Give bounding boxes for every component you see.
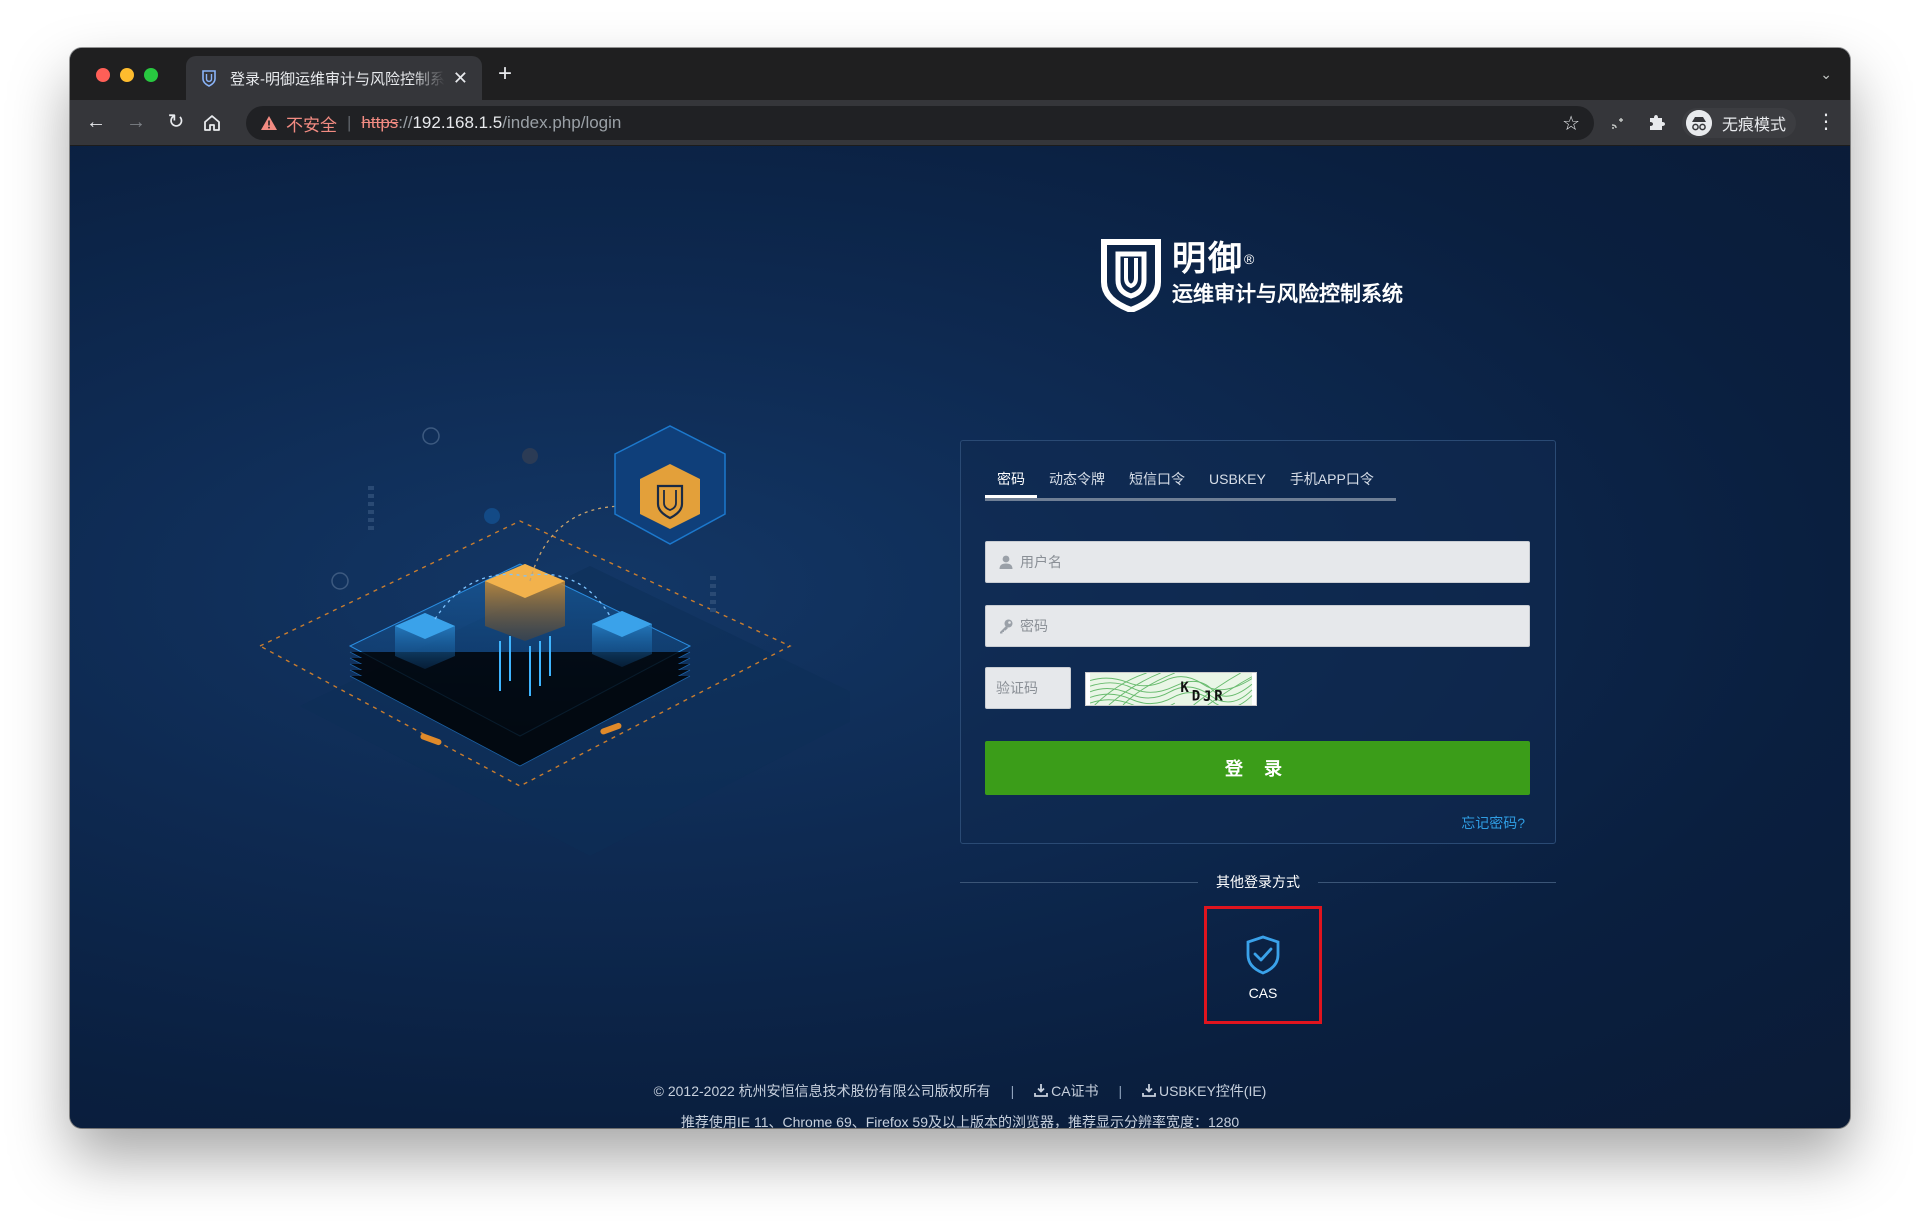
registered-mark: ® — [1244, 251, 1257, 267]
divider-line-right — [1318, 881, 1556, 883]
download-icon — [1142, 1084, 1156, 1097]
svg-text:J: J — [1203, 689, 1212, 705]
brand-text: 明御® 运维审计与风险控制系统 — [1172, 240, 1403, 310]
password-input[interactable] — [1020, 606, 1529, 646]
url-path: /index.php/login — [502, 113, 622, 132]
login-page: 明御® 运维审计与风险控制系统 密码 动态令牌 短信口令 USBKEY 手机AP… — [70, 146, 1850, 1128]
tab-strip: 登录-明御运维审计与风险控制系 ✕ + ⌄ — [70, 48, 1850, 100]
cast-icon[interactable] — [1610, 116, 1626, 130]
extensions-puzzle-icon[interactable] — [1646, 112, 1666, 132]
close-window-button[interactable] — [96, 68, 110, 82]
url-host: 192.168.1.5 — [412, 113, 503, 132]
captcha-image[interactable]: K D J R — [1085, 672, 1257, 706]
tab-close-icon[interactable]: ✕ — [453, 68, 468, 89]
footer-divider: | — [1118, 1083, 1123, 1099]
svg-text:R: R — [1214, 688, 1223, 704]
tab-dynamic-token[interactable]: 动态令牌 — [1037, 467, 1117, 498]
browser-tab[interactable]: 登录-明御运维审计与风险控制系 ✕ — [186, 56, 482, 100]
home-icon[interactable] — [202, 113, 222, 133]
shield-favicon-icon — [202, 70, 216, 87]
isometric-server-illustration — [258, 425, 850, 856]
cas-login-button[interactable]: CAS — [1204, 906, 1322, 1024]
brand-header: 明御® 运维审计与风险控制系统 — [1100, 238, 1403, 312]
tab-password[interactable]: 密码 — [985, 467, 1037, 498]
captcha-field[interactable] — [985, 667, 1071, 709]
password-field[interactable] — [985, 605, 1530, 647]
browser-recommendation: 推荐使用IE 11、Chrome 69、Firefox 59及以上版本的浏览器，… — [680, 1114, 1240, 1128]
address-bar[interactable]: 不安全 | https :// 192.168.1.5 /index.php/l… — [246, 106, 1594, 140]
login-method-tabs: 密码 动态令牌 短信口令 USBKEY 手机APP口令 — [985, 467, 1396, 501]
tab-mobile-app-code[interactable]: 手机APP口令 — [1278, 467, 1386, 498]
usbkey-plugin-label: USBKEY控件(IE) — [1158, 1083, 1267, 1099]
tab-title: 登录-明御运维审计与风险控制系 — [230, 70, 445, 88]
tab-search-chevron-icon[interactable]: ⌄ — [1820, 66, 1832, 83]
username-field[interactable] — [985, 541, 1530, 583]
forward-arrow-icon[interactable]: → — [122, 110, 150, 134]
browser-menu-icon[interactable]: ⋮ — [1816, 111, 1836, 133]
browser-window: 登录-明御运维审计与风险控制系 ✕ + ⌄ ← → ↻ 不安全 | https … — [70, 48, 1850, 1128]
brand-name: 明御® — [1172, 240, 1257, 278]
other-login-divider: 其他登录方式 — [960, 872, 1556, 892]
shield-check-icon — [1246, 935, 1280, 975]
browser-toolbar: ← → ↻ 不安全 | https :// 192.168.1.5 /index… — [70, 100, 1850, 146]
warning-triangle-icon — [261, 116, 277, 130]
forgot-password-link[interactable]: 忘记密码? — [1461, 813, 1525, 833]
ca-cert-label: CA证书 — [1051, 1083, 1099, 1099]
cas-label: CAS — [1248, 985, 1278, 1001]
incognito-icon — [1686, 110, 1712, 136]
tab-usbkey[interactable]: USBKEY — [1197, 467, 1278, 498]
incognito-profile-button[interactable]: 无痕模式 — [1682, 108, 1797, 138]
incognito-label: 无痕模式 — [1722, 117, 1787, 134]
login-button[interactable]: 登 录 — [985, 741, 1530, 795]
mingyu-shield-logo-icon — [1101, 239, 1161, 312]
url-scheme: https — [361, 113, 399, 132]
url-scheme-separator: :// — [398, 113, 413, 132]
other-login-title: 其他登录方式 — [1216, 874, 1300, 890]
login-card: 密码 动态令牌 短信口令 USBKEY 手机APP口令 用户名 验证码 K D … — [960, 440, 1556, 844]
minimize-window-button[interactable] — [120, 68, 134, 82]
svg-text:K: K — [1180, 680, 1189, 696]
footer-copyright-row: © 2012-2022 杭州安恒信息技术股份有限公司版权所有 | CA证书 | … — [70, 1081, 1850, 1101]
ca-cert-link[interactable]: CA证书 — [1034, 1083, 1099, 1099]
new-tab-button[interactable]: + — [498, 62, 512, 86]
divider-line-left — [960, 881, 1198, 883]
username-input[interactable] — [1020, 542, 1529, 582]
footer-divider: | — [1010, 1083, 1015, 1099]
back-arrow-icon[interactable]: ← — [82, 110, 110, 134]
address-divider: | — [347, 113, 352, 132]
usbkey-plugin-link[interactable]: USBKEY控件(IE) — [1142, 1083, 1266, 1099]
user-icon — [999, 555, 1013, 569]
maximize-window-button[interactable] — [144, 68, 158, 82]
svg-text:D: D — [1192, 688, 1201, 704]
key-icon — [1000, 619, 1013, 634]
brand-subtitle: 运维审计与风险控制系统 — [1172, 283, 1403, 306]
bookmark-star-icon[interactable]: ☆ — [1562, 111, 1580, 136]
reload-icon[interactable]: ↻ — [162, 110, 190, 134]
captcha-input[interactable] — [986, 668, 1070, 708]
tab-sms-code[interactable]: 短信口令 — [1117, 467, 1197, 498]
not-secure-label[interactable]: 不安全 — [286, 111, 337, 136]
copyright-text: © 2012-2022 杭州安恒信息技术股份有限公司版权所有 — [653, 1083, 991, 1099]
download-icon — [1034, 1084, 1049, 1097]
